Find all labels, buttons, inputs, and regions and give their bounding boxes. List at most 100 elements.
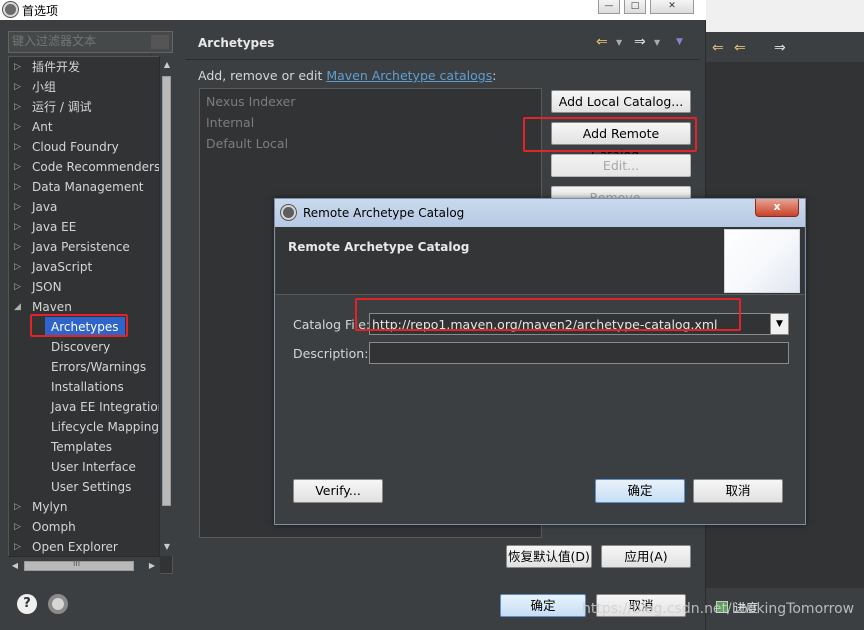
eclipse-icon bbox=[3, 2, 18, 17]
back-menu-icon[interactable]: ▼ bbox=[616, 38, 622, 47]
tree-item-errors-warnings[interactable]: Errors/Warnings bbox=[51, 357, 146, 377]
description-input[interactable] bbox=[370, 343, 788, 363]
remote-catalog-dialog: Remote Archetype Catalog x Remote Archet… bbox=[274, 198, 806, 525]
expand-arrow-icon[interactable]: ▷ bbox=[14, 157, 21, 177]
tree-item-ant[interactable]: ▷ Ant bbox=[14, 117, 53, 137]
expand-arrow-icon[interactable]: ▷ bbox=[14, 517, 21, 537]
tree-item-archetypes[interactable]: Archetypes bbox=[45, 317, 125, 337]
add-local-catalog-button[interactable]: Add Local Catalog... bbox=[551, 90, 691, 113]
tree-item-user-settings[interactable]: User Settings bbox=[51, 477, 131, 497]
catalog-item-nexus[interactable]: Nexus Indexer bbox=[206, 94, 295, 109]
tree-item-java-persistence[interactable]: ▷ Java Persistence bbox=[14, 237, 130, 257]
tree-item-javascript[interactable]: ▷ JavaScript bbox=[14, 257, 92, 277]
forward-icon[interactable]: ⇒ bbox=[634, 34, 646, 50]
expand-arrow-icon[interactable]: ▷ bbox=[14, 197, 21, 217]
description-label: Description: bbox=[293, 346, 369, 361]
help-icon[interactable]: ? bbox=[17, 594, 37, 614]
tree-item-code-recommenders[interactable]: ▷ Code Recommenders bbox=[14, 157, 160, 177]
back-icon: ⇐ bbox=[712, 40, 724, 56]
dialog-heading: Remote Archetype Catalog bbox=[288, 240, 470, 254]
tree-item-java-ee-integration[interactable]: Java EE Integration bbox=[51, 397, 165, 417]
expand-arrow-icon[interactable]: ▷ bbox=[14, 117, 21, 137]
scroll-thumb[interactable] bbox=[162, 76, 171, 506]
expand-arrow-icon[interactable]: ▷ bbox=[14, 497, 21, 517]
collapse-arrow-icon[interactable]: ◢ bbox=[14, 297, 21, 317]
catalog-item-default-local[interactable]: Default Local bbox=[206, 136, 288, 151]
tree-item-data-management[interactable]: ▷ Data Management bbox=[14, 177, 144, 197]
tree-vertical-scrollbar[interactable]: ▲ ▼ bbox=[159, 56, 173, 556]
filter-field[interactable] bbox=[8, 31, 173, 53]
forward-icon: ⇒ bbox=[774, 40, 786, 56]
scroll-thumb[interactable]: III bbox=[24, 559, 134, 571]
back-icon: ⇐ bbox=[734, 40, 746, 56]
tree-item-installations[interactable]: Installations bbox=[51, 377, 124, 397]
tree-item-json[interactable]: ▷ JSON bbox=[14, 277, 62, 297]
tree-item-mylyn[interactable]: ▷ Mylyn bbox=[14, 497, 68, 517]
tree-item-open-explorer[interactable]: ▷ Open Explorer bbox=[14, 537, 118, 557]
catalog-file-label: Catalog File: bbox=[293, 317, 371, 332]
background-ide-toolbar: ⇐ ⇐ ⇒ bbox=[706, 32, 864, 62]
tree-item-lifecycle-mappings[interactable]: Lifecycle Mappings bbox=[51, 417, 165, 437]
clear-filter-icon[interactable] bbox=[151, 35, 169, 49]
tree-item-plugin-dev[interactable]: ▷ 插件开发 bbox=[14, 57, 80, 77]
dialog-cancel-button[interactable]: 取消 bbox=[693, 479, 783, 503]
dropdown-arrow-icon[interactable]: ▼ bbox=[770, 314, 788, 334]
dialog-banner: Remote Archetype Catalog bbox=[276, 227, 804, 295]
dialog-close-button[interactable]: x bbox=[755, 199, 799, 217]
tree-item-templates[interactable]: Templates bbox=[51, 437, 112, 457]
view-menu-icon[interactable]: ▼ bbox=[676, 37, 683, 47]
description-field[interactable] bbox=[369, 342, 789, 364]
expand-arrow-icon[interactable]: ▷ bbox=[14, 57, 21, 77]
expand-arrow-icon[interactable]: ▷ bbox=[14, 257, 21, 277]
expand-arrow-icon[interactable]: ▷ bbox=[14, 237, 21, 257]
tree-item-cloud-foundry[interactable]: ▷ Cloud Foundry bbox=[14, 137, 119, 157]
ok-button[interactable]: 确定 bbox=[500, 594, 586, 617]
tree-item-oomph[interactable]: ▷ Oomph bbox=[14, 517, 76, 537]
scroll-up-icon[interactable]: ▲ bbox=[160, 58, 174, 72]
forward-menu-icon[interactable]: ▼ bbox=[654, 38, 660, 47]
tree-item-user-interface[interactable]: User Interface bbox=[51, 457, 136, 477]
catalog-file-combo[interactable]: ▼ bbox=[369, 313, 789, 335]
minimize-button[interactable]: — bbox=[598, 0, 620, 14]
window-title: 首选项 bbox=[22, 4, 59, 18]
page-description: Add, remove or edit Maven Archetype cata… bbox=[198, 68, 497, 83]
add-remote-catalog-button[interactable]: Add Remote Catalog... bbox=[551, 122, 691, 162]
page-title: Archetypes bbox=[198, 36, 275, 50]
expand-arrow-icon[interactable]: ▷ bbox=[14, 97, 21, 117]
tree-item-java[interactable]: ▷ Java bbox=[14, 197, 57, 217]
window-titlebar: 首选项 — □ ✕ bbox=[0, 0, 706, 20]
tree-item-team[interactable]: ▷ 小组 bbox=[14, 77, 56, 97]
scroll-down-icon[interactable]: ▼ bbox=[160, 540, 174, 554]
banner-image bbox=[724, 229, 800, 293]
page-header: Archetypes ⇐ ▼ ⇒ ▼ ▼ bbox=[186, 24, 700, 60]
expand-arrow-icon[interactable]: ▷ bbox=[14, 537, 21, 557]
expand-arrow-icon[interactable]: ▷ bbox=[14, 217, 21, 237]
archetype-catalogs-link[interactable]: Maven Archetype catalogs bbox=[326, 68, 492, 83]
close-button[interactable]: ✕ bbox=[650, 0, 694, 14]
dialog-ok-button[interactable]: 确定 bbox=[595, 479, 685, 503]
back-icon[interactable]: ⇐ bbox=[596, 34, 608, 50]
dialog-title: Remote Archetype Catalog bbox=[303, 206, 465, 220]
verify-button[interactable]: Verify... bbox=[293, 479, 383, 503]
eclipse-icon bbox=[281, 205, 296, 220]
restore-defaults-button[interactable]: 恢复默认值(D) bbox=[506, 545, 592, 568]
scroll-left-icon[interactable]: ◀ bbox=[8, 559, 22, 573]
expand-arrow-icon[interactable]: ▷ bbox=[14, 77, 21, 97]
edit-button[interactable]: Edit... bbox=[551, 154, 691, 177]
filter-input[interactable] bbox=[9, 32, 149, 50]
expand-arrow-icon[interactable]: ▷ bbox=[14, 177, 21, 197]
tree-item-java-ee[interactable]: ▷ Java EE bbox=[14, 217, 76, 237]
maximize-button[interactable]: □ bbox=[624, 0, 646, 14]
catalog-file-input[interactable] bbox=[370, 314, 788, 334]
import-export-icon[interactable] bbox=[48, 594, 68, 614]
scroll-right-icon[interactable]: ▶ bbox=[145, 559, 159, 573]
expand-arrow-icon[interactable]: ▷ bbox=[14, 277, 21, 297]
apply-button[interactable]: 应用(A) bbox=[601, 545, 691, 568]
tree-item-run-debug[interactable]: ▷ 运行 / 调试 bbox=[14, 97, 92, 117]
dialog-titlebar: Remote Archetype Catalog x bbox=[275, 199, 805, 227]
catalog-item-internal[interactable]: Internal bbox=[206, 115, 254, 130]
tree-item-maven[interactable]: ◢ Maven bbox=[14, 297, 72, 317]
tree-horizontal-scrollbar[interactable]: ◀ III ▶ bbox=[8, 556, 160, 574]
expand-arrow-icon[interactable]: ▷ bbox=[14, 137, 21, 157]
tree-item-discovery[interactable]: Discovery bbox=[51, 337, 110, 357]
